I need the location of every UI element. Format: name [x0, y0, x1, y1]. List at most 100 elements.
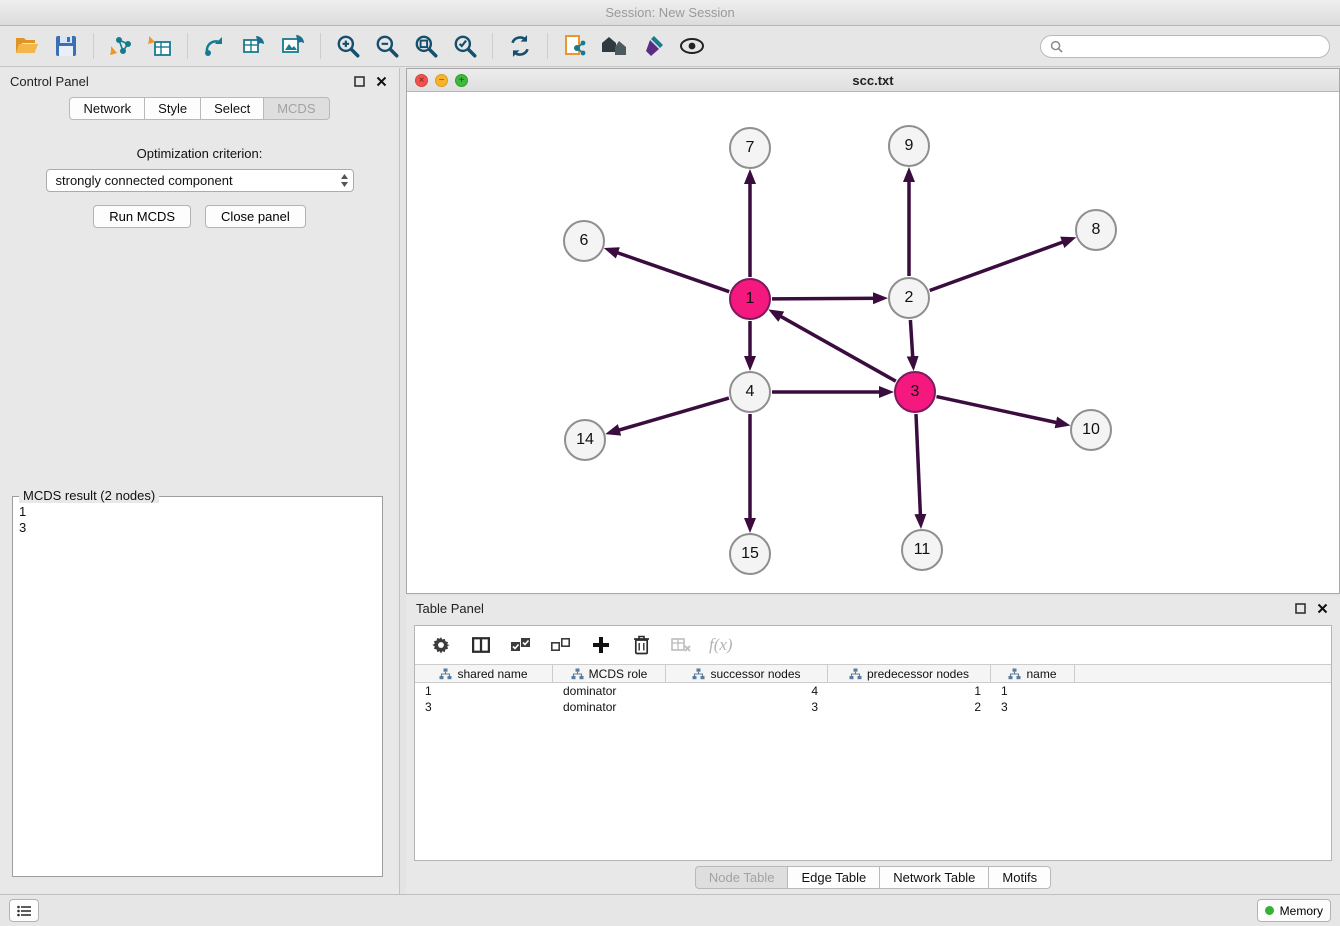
tab-edge-table[interactable]: Edge Table	[787, 866, 880, 889]
table-cell-name[interactable]: 3	[991, 699, 1075, 715]
graph-edge-1-6[interactable]	[609, 250, 730, 292]
table-cell-successor_nodes[interactable]: 3	[666, 699, 828, 715]
table-cell-mcds_role[interactable]: dominator	[553, 683, 666, 699]
tab-network[interactable]: Network	[69, 97, 145, 120]
select-all-icon[interactable]	[509, 633, 533, 657]
column-header-mcds-role[interactable]: MCDS role	[553, 665, 666, 682]
tab-select[interactable]: Select	[200, 97, 264, 120]
float-panel-icon[interactable]	[351, 73, 367, 89]
table-header: shared nameMCDS rolesuccessor nodesprede…	[415, 664, 1331, 683]
table-cell-predecessor_nodes[interactable]: 1	[828, 683, 991, 699]
zoom-selected-icon[interactable]	[448, 30, 482, 62]
mcds-result-box: MCDS result (2 nodes) 1 3	[12, 496, 383, 877]
refresh-icon[interactable]	[503, 30, 537, 62]
toolbar-separator	[320, 33, 321, 59]
optimization-criterion-select[interactable]: strongly connected component	[46, 169, 354, 192]
eye-icon[interactable]	[675, 30, 709, 62]
image-arrow-icon[interactable]	[276, 30, 310, 62]
tab-mcds[interactable]: MCDS	[263, 97, 329, 120]
trash-icon[interactable]	[629, 633, 653, 657]
graph-node-14[interactable]: 14	[564, 419, 606, 461]
search-icon	[1050, 40, 1063, 53]
run-mcds-button[interactable]: Run MCDS	[93, 205, 191, 228]
graph-node-10[interactable]: 10	[1070, 409, 1112, 451]
zoom-out-icon[interactable]	[370, 30, 404, 62]
add-icon[interactable]	[589, 633, 613, 657]
table-cell-shared_name[interactable]: 1	[415, 683, 553, 699]
houses-icon[interactable]	[597, 30, 631, 62]
import-table-icon[interactable]	[143, 30, 177, 62]
status-menu-button[interactable]	[9, 899, 39, 922]
graph-edge-1-2[interactable]	[772, 298, 883, 299]
toolbar-separator	[492, 33, 493, 59]
brush-icon[interactable]	[636, 30, 670, 62]
toolbar-separator	[547, 33, 548, 59]
graph-node-11[interactable]: 11	[901, 529, 943, 571]
table-panel: Table Panel	[406, 596, 1340, 894]
node-table: f(x) shared nameMCDS rolesuccessor nodes…	[414, 625, 1332, 861]
graph-node-2[interactable]: 2	[888, 277, 930, 319]
table-cell-shared_name[interactable]: 3	[415, 699, 553, 715]
mcds-result-item[interactable]: 3	[19, 520, 382, 536]
tab-node-table[interactable]: Node Table	[695, 866, 789, 889]
selected-option: strongly connected component	[56, 173, 340, 188]
network-edges-layer	[407, 92, 1339, 593]
close-panel-button[interactable]: Close panel	[205, 205, 306, 228]
document-network-icon[interactable]	[558, 30, 592, 62]
zoom-in-icon[interactable]	[331, 30, 365, 62]
graph-edge-2-3[interactable]	[910, 320, 913, 366]
graph-edge-3-10[interactable]	[937, 397, 1066, 425]
function-builder-icon: f(x)	[709, 635, 733, 655]
graph-edge-4-14[interactable]	[610, 398, 729, 433]
graph-node-6[interactable]: 6	[563, 220, 605, 262]
tab-network-table[interactable]: Network Table	[879, 866, 989, 889]
mcds-result-title: MCDS result (2 nodes)	[19, 488, 159, 503]
graph-node-1[interactable]: 1	[729, 278, 771, 320]
close-table-panel-icon[interactable]	[1314, 600, 1330, 616]
table-row[interactable]: 3dominator323	[415, 699, 1331, 715]
column-header-shared-name[interactable]: shared name	[415, 665, 553, 682]
zoom-fit-icon[interactable]	[409, 30, 443, 62]
network-window: scc.txt × − + 7968124	[406, 68, 1340, 594]
table-cell-predecessor_nodes[interactable]: 2	[828, 699, 991, 715]
table-arrow-icon[interactable]	[237, 30, 271, 62]
titlebar: Session: New Session	[0, 0, 1340, 26]
share-network-icon[interactable]	[198, 30, 232, 62]
graph-edge-2-8[interactable]	[930, 239, 1072, 291]
window-title: Session: New Session	[605, 5, 734, 20]
deselect-all-icon[interactable]	[549, 633, 573, 657]
float-table-panel-icon[interactable]	[1292, 600, 1308, 616]
column-header-predecessor-nodes[interactable]: predecessor nodes	[828, 665, 991, 682]
mcds-result-item[interactable]: 1	[19, 504, 382, 520]
graph-node-15[interactable]: 15	[729, 533, 771, 575]
open-folder-icon[interactable]	[10, 30, 44, 62]
network-canvas[interactable]: 7 9 6 8 1 2 4 3 14 10 15 11	[407, 92, 1339, 593]
table-cell-name[interactable]: 1	[991, 683, 1075, 699]
table-cell-successor_nodes[interactable]: 4	[666, 683, 828, 699]
graph-node-3[interactable]: 3	[894, 371, 936, 413]
tab-style[interactable]: Style	[144, 97, 201, 120]
graph-node-4[interactable]: 4	[729, 371, 771, 413]
main-toolbar	[0, 26, 1340, 67]
search-input[interactable]	[1068, 39, 1320, 53]
graph-node-7[interactable]: 7	[729, 127, 771, 169]
save-icon[interactable]	[49, 30, 83, 62]
memory-button[interactable]: Memory	[1257, 899, 1331, 922]
table-panel-title: Table Panel	[416, 601, 484, 616]
tab-motifs[interactable]: Motifs	[988, 866, 1051, 889]
table-cell-mcds_role[interactable]: dominator	[553, 699, 666, 715]
import-network-icon[interactable]	[104, 30, 138, 62]
graph-node-9[interactable]: 9	[888, 125, 930, 167]
column-header-name[interactable]: name	[991, 665, 1075, 682]
close-panel-icon[interactable]	[373, 73, 389, 89]
right-area: scc.txt × − + 7968124	[400, 68, 1340, 894]
graph-edge-3-11[interactable]	[916, 414, 921, 524]
graph-node-8[interactable]: 8	[1075, 209, 1117, 251]
gear-icon[interactable]	[429, 633, 453, 657]
main-content: Control Panel Network Style Select MCDS …	[0, 68, 1340, 894]
graph-edge-3-1[interactable]	[773, 312, 896, 381]
table-row[interactable]: 1dominator411	[415, 683, 1331, 699]
columns-icon[interactable]	[469, 633, 493, 657]
column-header-successor-nodes[interactable]: successor nodes	[666, 665, 828, 682]
toolbar-separator	[187, 33, 188, 59]
